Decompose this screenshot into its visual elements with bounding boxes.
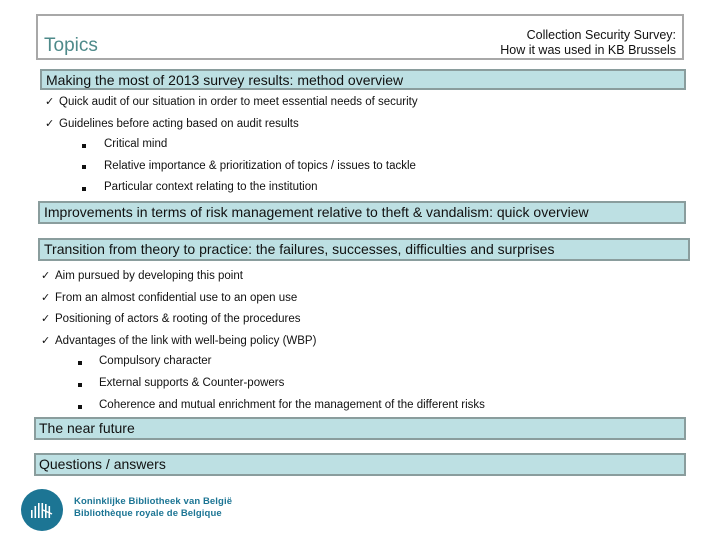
bullet-icon xyxy=(82,165,86,169)
bullet-icon xyxy=(78,361,82,365)
check-icon: ✓ xyxy=(41,313,51,325)
check-item: ✓ Advantages of the link with well-being … xyxy=(41,334,316,347)
bullet-icon xyxy=(82,144,86,148)
check-item: ✓ Quick audit of our situation in order t… xyxy=(45,95,418,108)
check-item-label: From an almost confidential use to an op… xyxy=(55,292,298,304)
check-item-label: Positioning of actors & rooting of the p… xyxy=(55,313,301,325)
check-item: ✓ Aim pursued by developing this point xyxy=(41,269,243,282)
check-icon: ✓ xyxy=(45,96,55,108)
check-item-label: Guidelines before acting based on audit … xyxy=(59,118,299,130)
library-logo-icon xyxy=(21,489,63,531)
logo-text-french: Bibliothèque royale de Belgique xyxy=(74,508,222,519)
check-icon: ✓ xyxy=(41,292,51,304)
check-icon: ✓ xyxy=(45,118,55,130)
sub-item: External supports & Counter-powers xyxy=(99,377,285,389)
book-spines-icon xyxy=(31,503,53,518)
section-method-overview: Making the most of 2013 survey results: … xyxy=(40,69,686,90)
sub-item: Compulsory character xyxy=(99,355,212,367)
subtitle-line-1: Collection Security Survey: xyxy=(526,28,676,42)
check-item: ✓ Positioning of actors & rooting of the … xyxy=(41,312,300,325)
sub-item: Relative importance & prioritization of … xyxy=(104,160,416,172)
bullet-icon xyxy=(78,405,82,409)
check-item: ✓ From an almost confidential use to an o… xyxy=(41,291,297,304)
check-item-label: Aim pursued by developing this point xyxy=(55,270,243,282)
check-item-label: Advantages of the link with well-being p… xyxy=(55,335,317,347)
section-improvements: Improvements in terms of risk management… xyxy=(38,201,686,224)
section-near-future: The near future xyxy=(34,417,686,440)
sub-item: Critical mind xyxy=(104,138,168,150)
slide-header: Topics Collection Security Survey: How i… xyxy=(36,14,684,60)
section-transition: Transition from theory to practice: the … xyxy=(38,238,690,261)
sub-item: Coherence and mutual enrichment for the … xyxy=(99,399,485,411)
slide-title: Topics xyxy=(44,35,98,56)
section-questions-answers: Questions / answers xyxy=(34,453,686,476)
logo-text-dutch: Koninklijke Bibliotheek van België xyxy=(74,496,233,507)
bullet-icon xyxy=(78,383,82,387)
check-item: ✓ Guidelines before acting based on audit… xyxy=(45,117,299,130)
check-icon: ✓ xyxy=(41,335,51,347)
check-icon: ✓ xyxy=(41,270,51,282)
sub-item: Particular context relating to the insti… xyxy=(104,181,318,193)
check-item-label: Quick audit of our situation in order to… xyxy=(59,96,418,108)
presentation-subtitle: Collection Security Survey: How it was u… xyxy=(500,28,676,58)
bullet-icon xyxy=(82,187,86,191)
subtitle-line-2: How it was used in KB Brussels xyxy=(500,43,676,57)
